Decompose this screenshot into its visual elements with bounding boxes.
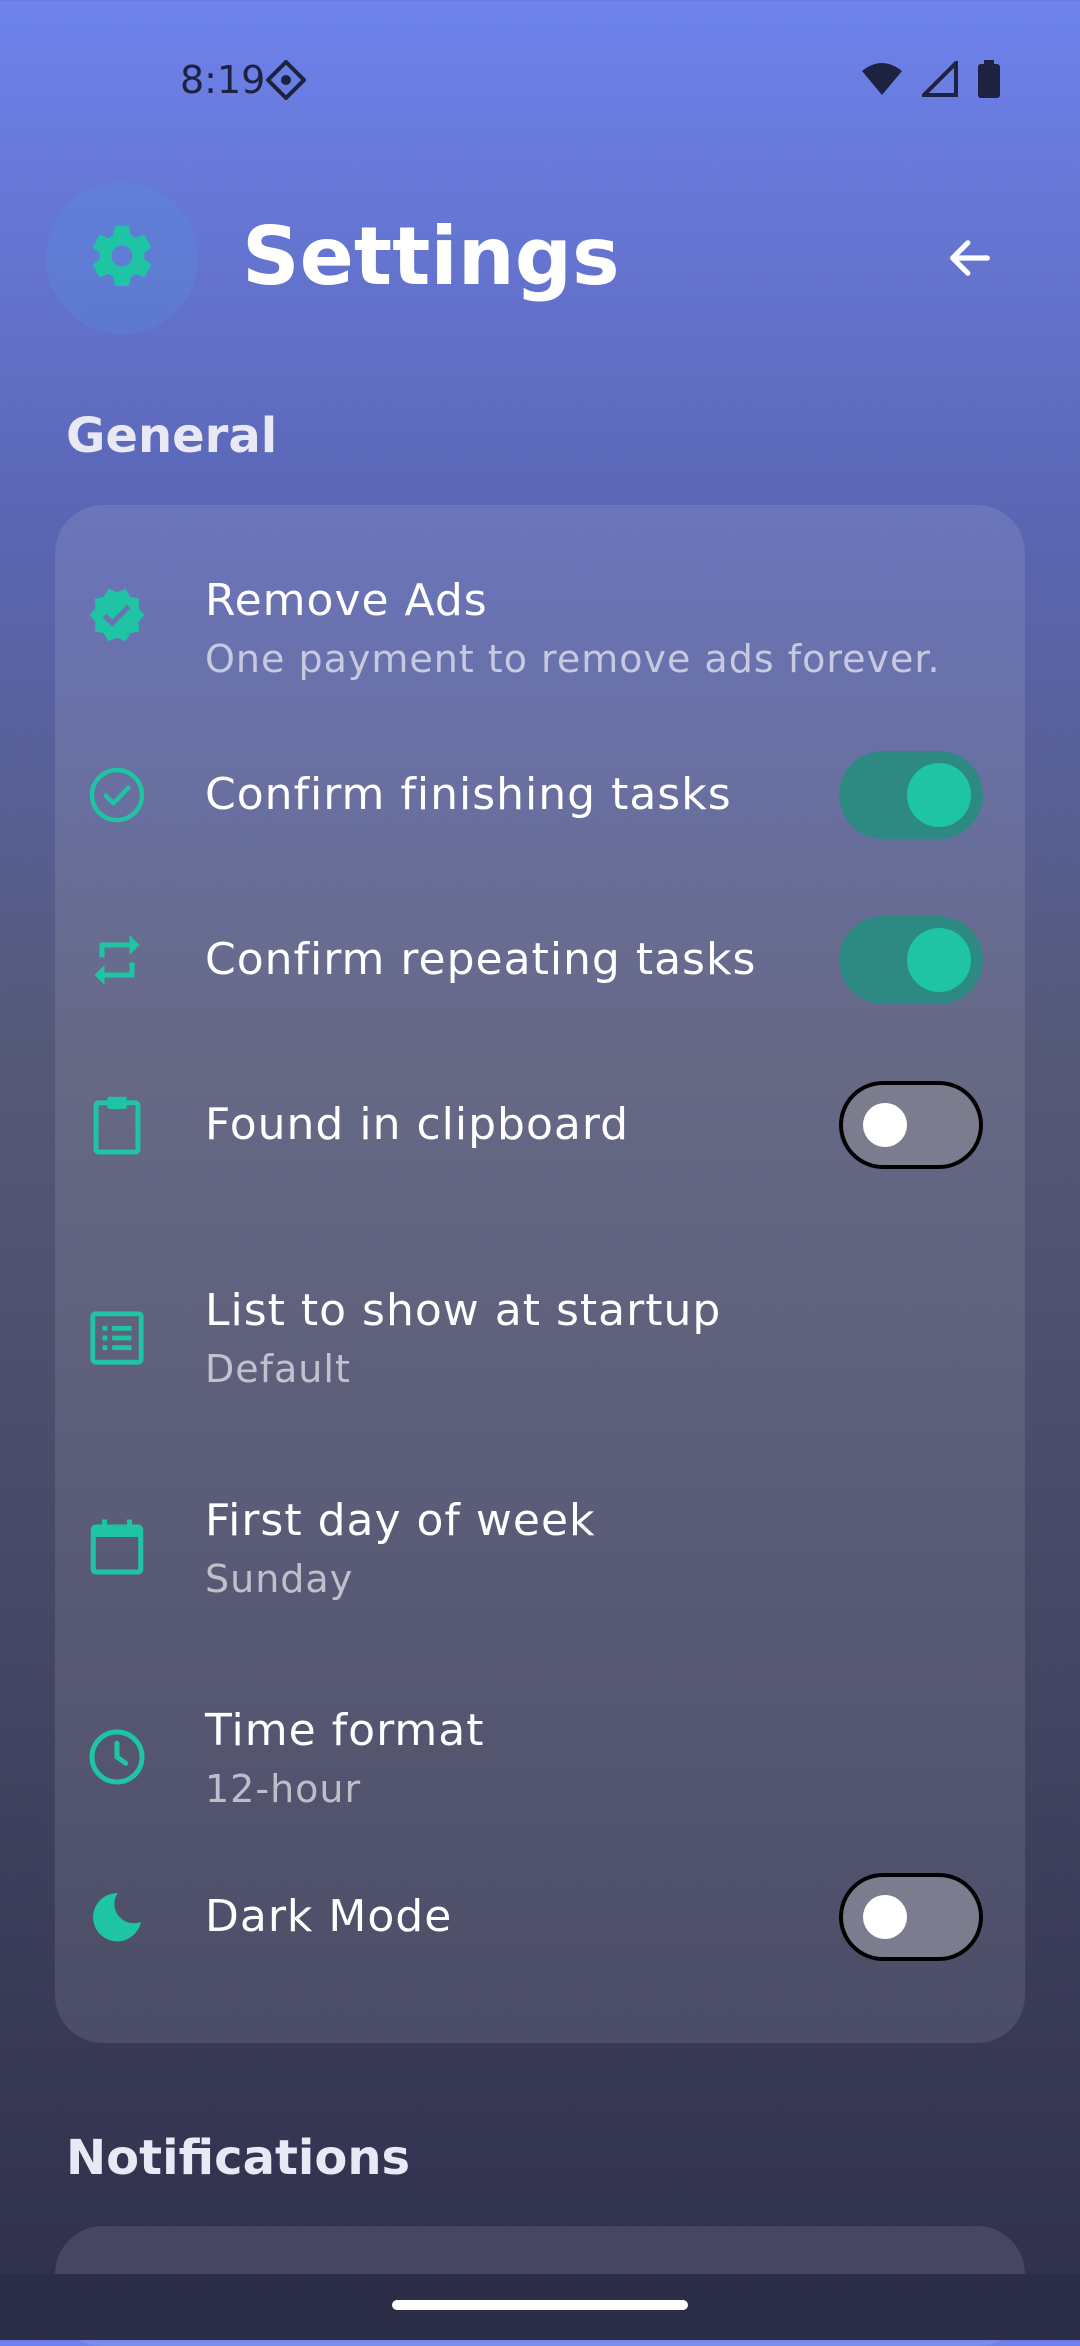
status-time: 8:19 xyxy=(180,58,266,102)
gear-icon xyxy=(86,220,158,296)
time-format-title: Time format xyxy=(205,1705,485,1756)
list-icon xyxy=(87,1308,147,1368)
confirm-finishing-title: Confirm finishing tasks xyxy=(205,769,732,820)
app-notification-icon xyxy=(265,59,307,101)
section-title-general: General xyxy=(66,408,278,464)
confirm-repeating-toggle[interactable] xyxy=(839,916,983,1004)
arrow-left-icon xyxy=(944,232,996,288)
dark-mode-title: Dark Mode xyxy=(205,1891,453,1942)
battery-icon xyxy=(978,60,1000,102)
clock-icon xyxy=(87,1727,147,1787)
calendar-icon xyxy=(87,1517,147,1577)
home-indicator[interactable] xyxy=(392,2300,688,2310)
toggle-knob xyxy=(907,763,971,827)
time-format-value: 12-hour xyxy=(205,1767,362,1811)
remove-ads-subtitle: One payment to remove ads forever. xyxy=(205,637,941,681)
clipboard-title: Found in clipboard xyxy=(205,1099,630,1150)
back-button[interactable] xyxy=(930,220,1010,300)
setting-confirm-repeating[interactable]: Confirm repeating tasks xyxy=(55,900,1025,1020)
setting-first-day[interactable]: First day of week Sunday xyxy=(55,1465,1025,1605)
check-circle-icon xyxy=(87,765,147,825)
first-day-value: Sunday xyxy=(205,1557,354,1601)
wifi-icon xyxy=(860,61,904,101)
setting-time-format[interactable]: Time format 12-hour xyxy=(55,1675,1025,1815)
app-header: Settings xyxy=(0,170,1080,350)
section-title-notifications: Notifications xyxy=(66,2130,411,2186)
general-settings-card: Remove Ads One payment to remove ads for… xyxy=(55,505,1025,2043)
remove-ads-title: Remove Ads xyxy=(205,575,488,626)
toggle-knob xyxy=(907,928,971,992)
verified-badge-icon xyxy=(87,585,147,645)
setting-dark-mode[interactable]: Dark Mode xyxy=(55,1857,1025,1977)
toggle-knob xyxy=(863,1103,907,1147)
status-bar: 8:19 xyxy=(0,0,1080,160)
setting-remove-ads[interactable]: Remove Ads One payment to remove ads for… xyxy=(55,505,1025,681)
first-day-title: First day of week xyxy=(205,1495,596,1546)
confirm-finishing-toggle[interactable] xyxy=(839,751,983,839)
settings-badge xyxy=(46,182,198,334)
setting-confirm-finishing[interactable]: Confirm finishing tasks xyxy=(55,735,1025,855)
repeat-icon xyxy=(87,930,147,990)
startup-list-value: Default xyxy=(205,1347,351,1391)
clipboard-icon xyxy=(87,1095,147,1155)
setting-clipboard[interactable]: Found in clipboard xyxy=(55,1065,1025,1185)
confirm-repeating-title: Confirm repeating tasks xyxy=(205,934,757,985)
page-title: Settings xyxy=(242,210,620,303)
cell-signal-icon xyxy=(919,58,960,101)
setting-startup-list[interactable]: List to show at startup Default xyxy=(55,1255,1025,1395)
moon-icon xyxy=(87,1887,147,1947)
toggle-knob xyxy=(863,1895,907,1939)
startup-list-title: List to show at startup xyxy=(205,1285,722,1336)
dark-mode-toggle[interactable] xyxy=(839,1873,983,1961)
clipboard-toggle[interactable] xyxy=(839,1081,983,1169)
